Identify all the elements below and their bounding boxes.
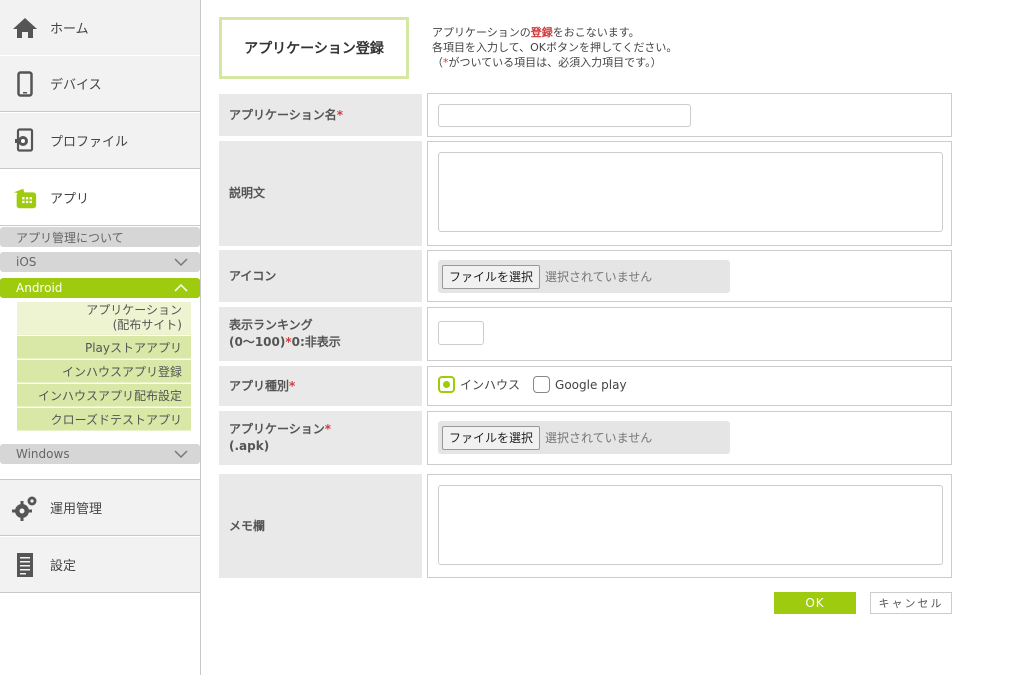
ranking-label: 表示ランキング (0〜100)*0:非表示 — [219, 307, 422, 361]
description-line-1: アプリケーションの登録をおこないます。 — [432, 25, 677, 40]
nav-app[interactable]: アプリ — [0, 169, 200, 226]
icon-label-text: アイコン — [229, 268, 277, 283]
desc-text: アプリケーションの — [432, 26, 531, 39]
apk-file-status: 選択されていません — [545, 431, 653, 445]
desc-text: をおこないます。 — [552, 26, 640, 39]
icon-cell: ファイルを選択 選択されていません — [427, 250, 952, 302]
apk-file-button[interactable]: ファイルを選択 — [442, 425, 541, 450]
app-name-label: アプリケーション名 * — [219, 94, 422, 136]
description-line-2: 各項目を入力して、OKボタンを押してください。 — [432, 41, 678, 54]
accordion-android[interactable]: Android — [0, 278, 200, 298]
description-label-text: 説明文 — [229, 186, 266, 200]
app-about-item[interactable]: アプリ管理について — [0, 227, 200, 247]
radio-google-play[interactable] — [533, 376, 551, 393]
radio-selected-dot — [443, 381, 450, 388]
app-name-label-text: アプリケーション名 — [229, 107, 337, 122]
document-list-icon — [12, 551, 38, 579]
ranking-cell — [427, 307, 952, 361]
apk-label-text: アプリケーション — [229, 422, 325, 436]
memo-label-text: メモ欄 — [229, 518, 266, 533]
description-line-3: （*がついている項目は、必須入力項目です。） — [432, 55, 677, 70]
apk-cell: ファイルを選択 選択されていません — [427, 411, 952, 465]
app-grid-icon — [12, 184, 38, 212]
apk-file-input[interactable]: ファイルを選択 選択されていません — [438, 421, 730, 454]
apk-label: アプリケーション* (.apk) — [219, 411, 422, 465]
description-textarea[interactable] — [438, 152, 943, 232]
ranking-label-line2: (0〜100)*0:非表示 — [229, 334, 341, 351]
nav-settings-label: 設定 — [50, 559, 77, 574]
profile-gear-icon — [12, 127, 38, 155]
nav-device-label: デバイス — [50, 78, 102, 93]
nav-settings[interactable]: 設定 — [0, 536, 200, 593]
sidebar: ホーム デバイス プロファイル アプリ アプリ管理について iOS Androi… — [0, 0, 201, 675]
ranking-note: 0:非表示 — [291, 335, 341, 349]
smartphone-icon — [12, 70, 38, 98]
icon-file-input[interactable]: ファイルを選択 選択されていません — [438, 260, 730, 293]
sidebar-item-inhouse-register-label: インハウスアプリ登録 — [61, 364, 182, 379]
sidebar-item-app-distribution[interactable]: アプリケーション (配布サイト) — [17, 302, 191, 335]
sidebar-item-closed-test-label: クローズドテストアプリ — [50, 412, 182, 427]
app-type-cell: インハウス Google play — [427, 366, 952, 406]
description-cell — [427, 141, 952, 246]
app-type-label: アプリ種別 * — [219, 366, 422, 406]
description-label: 説明文 — [219, 141, 422, 246]
memo-cell — [427, 474, 952, 578]
nav-app-label: アプリ — [50, 192, 90, 207]
sidebar-item-closed-test[interactable]: クローズドテストアプリ — [17, 408, 191, 431]
desc-text: がついている項目は、必須入力項目です。） — [448, 56, 662, 69]
chevron-down-icon — [174, 450, 188, 459]
apk-label-line2: (.apk) — [229, 439, 270, 453]
page-title: アプリケーション登録 — [219, 17, 409, 79]
sidebar-item-inhouse-distribution[interactable]: インハウスアプリ配布設定 — [17, 384, 191, 407]
desc-text: （ — [432, 56, 443, 69]
memo-textarea[interactable] — [438, 485, 943, 565]
accordion-ios[interactable]: iOS — [0, 252, 200, 272]
radio-inhouse-label[interactable]: インハウス — [460, 376, 520, 393]
required-mark: * — [336, 107, 344, 122]
sidebar-item-play-store-label: Playストアアプリ — [84, 340, 182, 355]
accordion-android-label: Android — [16, 281, 63, 295]
app-name-input[interactable] — [438, 104, 691, 127]
required-mark: * — [324, 422, 332, 436]
icon-label: アイコン — [219, 250, 422, 302]
sidebar-item-inhouse-distribution-label: インハウスアプリ配布設定 — [37, 388, 182, 403]
sidebar-item-app-distribution-line2: (配布サイト) — [112, 318, 182, 332]
sidebar-item-inhouse-register[interactable]: インハウスアプリ登録 — [17, 360, 191, 383]
nav-profile[interactable]: プロファイル — [0, 112, 200, 169]
ranking-input[interactable] — [438, 321, 484, 345]
sidebar-item-app-distribution-line1: アプリケーション — [86, 303, 182, 317]
nav-home-label: ホーム — [50, 22, 89, 37]
ranking-label-line1: 表示ランキング — [229, 318, 313, 332]
nav-profile-label: プロファイル — [50, 135, 129, 150]
accordion-windows[interactable]: Windows — [0, 444, 200, 464]
accordion-ios-label: iOS — [16, 255, 37, 269]
app-type-label-text: アプリ種別 — [229, 378, 290, 393]
apk-label-line1: アプリケーション* — [229, 421, 331, 438]
chevron-up-icon — [174, 283, 188, 292]
nav-operations-label: 運用管理 — [50, 502, 103, 517]
required-mark: * — [289, 378, 296, 393]
accordion-windows-label: Windows — [16, 447, 70, 461]
ranking-range: (0〜100) — [229, 335, 286, 349]
chevron-down-icon — [174, 258, 188, 267]
nav-device[interactable]: デバイス — [0, 55, 200, 112]
app-name-cell — [427, 93, 952, 137]
sidebar-item-play-store[interactable]: Playストアアプリ — [17, 336, 191, 359]
page-title-text: アプリケーション登録 — [244, 41, 384, 57]
radio-google-play-label[interactable]: Google play — [555, 378, 627, 392]
app-about-label: アプリ管理について — [16, 230, 124, 245]
nav-operations[interactable]: 運用管理 — [0, 479, 200, 536]
memo-label: メモ欄 — [219, 474, 422, 578]
icon-file-button[interactable]: ファイルを選択 — [442, 264, 541, 289]
radio-inhouse[interactable] — [438, 376, 455, 393]
desc-highlight: 登録 — [530, 26, 553, 39]
gears-icon — [12, 494, 38, 522]
ok-button[interactable]: OK — [774, 592, 856, 614]
app-type-radio-group: インハウス Google play — [438, 376, 640, 393]
icon-file-status: 選択されていません — [545, 270, 653, 284]
home-icon — [12, 14, 38, 42]
page-description: アプリケーションの登録をおこないます。 各項目を入力して、OKボタンを押してくだ… — [432, 25, 677, 70]
nav-home[interactable]: ホーム — [0, 0, 200, 56]
cancel-button[interactable]: キャンセル — [870, 592, 952, 614]
